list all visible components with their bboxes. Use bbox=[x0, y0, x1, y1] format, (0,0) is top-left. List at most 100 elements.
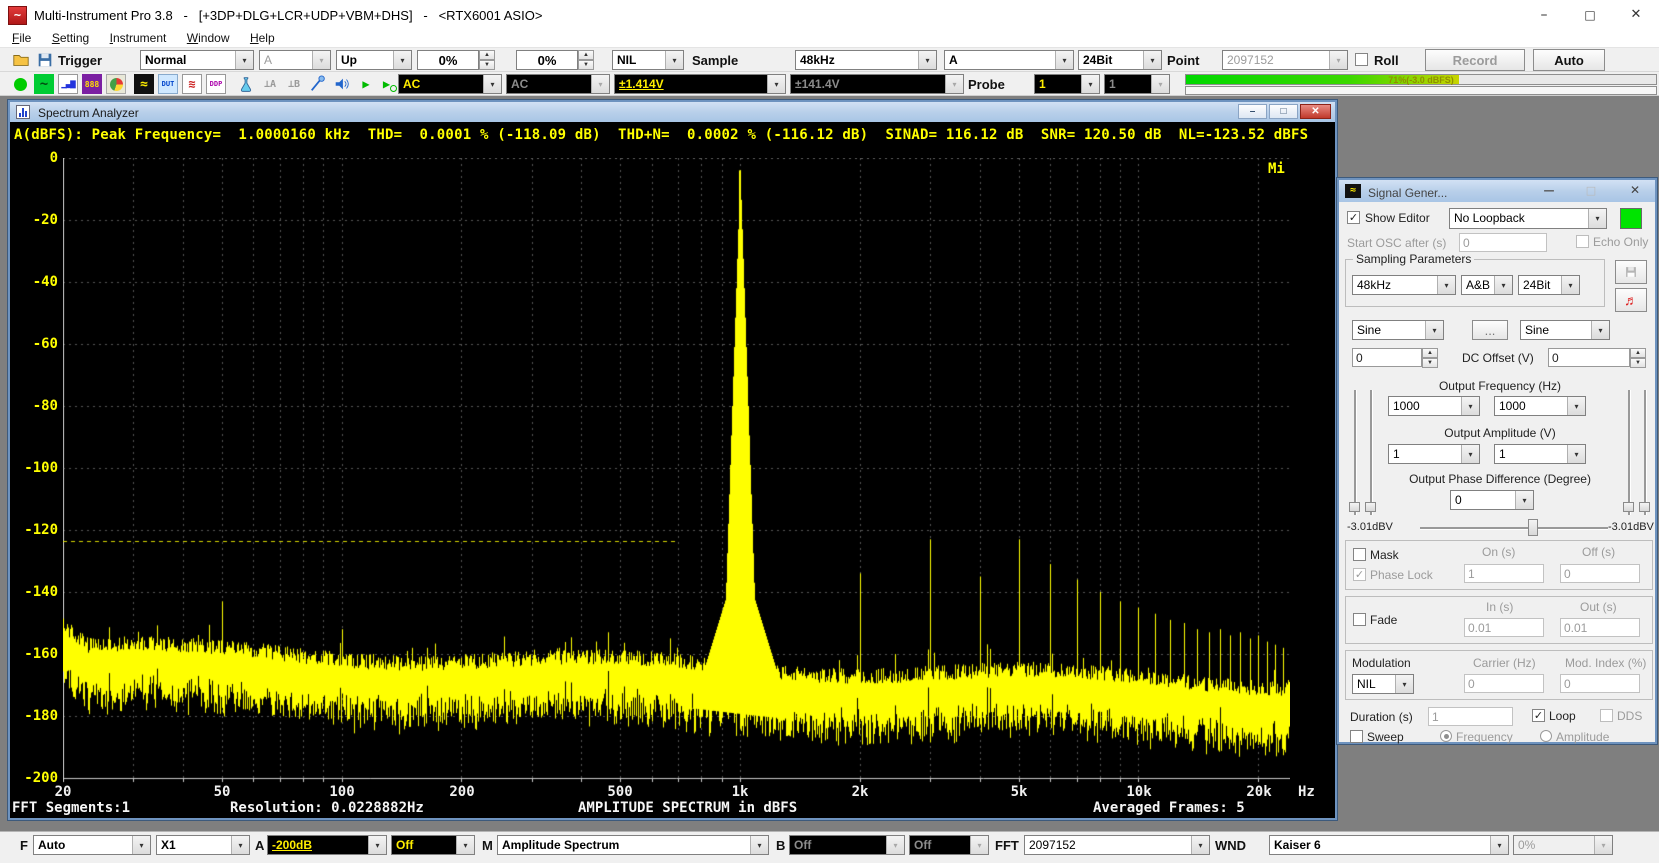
bit-depth-select[interactable]: 24Bit▾ bbox=[1078, 50, 1162, 70]
maximize-button[interactable]: □ bbox=[1567, 0, 1613, 30]
close-button[interactable]: ✕ bbox=[1613, 0, 1659, 30]
generator-minimize-button[interactable]: — bbox=[1536, 183, 1562, 199]
level-a-readout: -3.01dBV bbox=[1347, 521, 1393, 533]
spectrum-minimize-button[interactable]: – bbox=[1238, 104, 1267, 119]
amp-slider-b[interactable] bbox=[1644, 390, 1646, 515]
play-loop-icon[interactable]: ▶ bbox=[380, 74, 400, 94]
mask-checkbox[interactable] bbox=[1353, 548, 1366, 561]
freq-slider-a[interactable] bbox=[1354, 390, 1356, 515]
freq-slider-b[interactable] bbox=[1628, 390, 1630, 515]
calibration-icon[interactable] bbox=[236, 74, 256, 94]
signal-generator-icon[interactable]: ≈ bbox=[134, 74, 154, 94]
spectrum-close-button[interactable]: ✕ bbox=[1300, 104, 1331, 119]
spectrum-plot[interactable] bbox=[63, 158, 1290, 783]
amplitude-a-select[interactable]: 1▾ bbox=[1388, 444, 1480, 464]
derived-data-curves-icon[interactable]: ≋ bbox=[182, 74, 202, 94]
dc-offset-b-stepper[interactable]: ▲▼ bbox=[1630, 348, 1646, 367]
frequency-a-select[interactable]: 1000▾ bbox=[1388, 396, 1480, 416]
amp-slider-b-thumb[interactable] bbox=[1639, 502, 1650, 512]
trigger-level-stepper[interactable]: 0%▲▼ bbox=[417, 50, 495, 70]
probe-calibration-icon[interactable] bbox=[308, 74, 328, 94]
amp-slider-a-thumb[interactable] bbox=[1365, 502, 1376, 512]
modulation-select[interactable]: NIL▾ bbox=[1352, 674, 1414, 694]
waveform-more-button[interactable]: ... bbox=[1472, 320, 1508, 340]
spectrum-3d-plot-icon[interactable] bbox=[106, 74, 126, 94]
range-a-select[interactable]: ±1.414V▾ bbox=[614, 74, 786, 94]
generator-bits-select[interactable]: 24Bit▾ bbox=[1518, 275, 1580, 295]
down-arrow-icon[interactable]: ▼ bbox=[1630, 358, 1646, 368]
fft-size-select[interactable]: 2097152▾ bbox=[1024, 835, 1210, 855]
spectrum-restore-button[interactable]: □ bbox=[1269, 104, 1298, 119]
sample-rate-select[interactable]: 48kHz▾ bbox=[795, 50, 937, 70]
generator-run-button[interactable] bbox=[1620, 208, 1642, 229]
frequency-axis-select[interactable]: Auto▾ bbox=[33, 835, 151, 855]
oscilloscope-icon[interactable]: ~ bbox=[34, 74, 54, 94]
y-tick-label: -20 bbox=[8, 212, 58, 228]
waveform-b-select[interactable]: Sine▾ bbox=[1520, 320, 1610, 340]
device-test-plan-icon[interactable]: DUT bbox=[158, 74, 178, 94]
trigger-mode-select[interactable]: Normal▾ bbox=[140, 50, 254, 70]
up-arrow-icon[interactable]: ▲ bbox=[1422, 348, 1438, 358]
auto-button[interactable]: Auto bbox=[1533, 49, 1605, 71]
spectrum-window-titlebar[interactable] bbox=[10, 102, 1335, 122]
chevron-down-icon: ▾ bbox=[1143, 51, 1161, 69]
save-icon[interactable] bbox=[36, 51, 54, 69]
menu-setting[interactable]: Setting bbox=[44, 29, 97, 47]
show-editor-checkbox[interactable] bbox=[1347, 211, 1360, 224]
trigger-delay-stepper[interactable]: 0%▲▼ bbox=[516, 50, 594, 70]
up-arrow-icon[interactable]: ▲ bbox=[578, 50, 594, 60]
roll-checkbox[interactable] bbox=[1355, 53, 1368, 66]
range-a-bottom-select[interactable]: -200dB▾ bbox=[267, 835, 387, 855]
play-icon[interactable]: ▶ bbox=[356, 74, 376, 94]
generator-music-button[interactable]: ♬ bbox=[1615, 288, 1647, 312]
duration-input[interactable] bbox=[1428, 707, 1513, 726]
menu-window[interactable]: Window bbox=[179, 29, 238, 47]
chevron-down-icon: ▾ bbox=[1591, 321, 1609, 339]
coupling-a-select[interactable]: AC▾ bbox=[398, 74, 502, 94]
phase-difference-select[interactable]: 0▾ bbox=[1450, 490, 1534, 510]
down-arrow-icon[interactable]: ▼ bbox=[479, 60, 495, 70]
fade-checkbox[interactable] bbox=[1353, 613, 1366, 626]
trigger-edge-select[interactable]: Up▾ bbox=[336, 50, 412, 70]
persistence-a-select[interactable]: Off▾ bbox=[391, 835, 475, 855]
dc-offset-b-input[interactable] bbox=[1548, 348, 1630, 367]
up-arrow-icon[interactable]: ▲ bbox=[1630, 348, 1646, 358]
up-arrow-icon[interactable]: ▲ bbox=[479, 50, 495, 60]
balance-slider[interactable] bbox=[1420, 527, 1608, 529]
sample-channel-select[interactable]: A▾ bbox=[944, 50, 1074, 70]
spectrum-analyzer-icon[interactable]: ▁▃▆ bbox=[58, 74, 78, 94]
frequency-b-select[interactable]: 1000▾ bbox=[1494, 396, 1586, 416]
open-icon[interactable] bbox=[12, 51, 30, 69]
trigger-rejection-select[interactable]: NIL▾ bbox=[612, 50, 684, 70]
freq-slider-b-thumb[interactable] bbox=[1623, 502, 1634, 512]
generator-sample-rate-select[interactable]: 48kHz▾ bbox=[1352, 275, 1456, 295]
loop-checkbox[interactable] bbox=[1532, 709, 1545, 722]
balance-slider-thumb[interactable] bbox=[1528, 519, 1538, 536]
generator-close-button[interactable]: ✕ bbox=[1622, 183, 1648, 199]
ddp-viewer-icon[interactable]: DDP bbox=[206, 74, 226, 94]
menu-help[interactable]: Help bbox=[242, 29, 283, 47]
minimize-button[interactable]: – bbox=[1521, 0, 1567, 30]
freq-slider-a-thumb[interactable] bbox=[1349, 502, 1360, 512]
zoom-select[interactable]: X1▾ bbox=[156, 835, 250, 855]
spectrum-mode-select[interactable]: Amplitude Spectrum▾ bbox=[497, 835, 769, 855]
window-function-select[interactable]: Kaiser 6▾ bbox=[1269, 835, 1509, 855]
amp-slider-a[interactable] bbox=[1370, 390, 1372, 515]
multimeter-icon[interactable]: 888 bbox=[82, 74, 102, 94]
sweep-checkbox[interactable] bbox=[1350, 730, 1363, 743]
down-arrow-icon[interactable]: ▼ bbox=[578, 60, 594, 70]
generator-channels-select[interactable]: A&B▾ bbox=[1461, 275, 1513, 295]
waveform-a-select[interactable]: Sine▾ bbox=[1352, 320, 1444, 340]
run-indicator-icon[interactable] bbox=[10, 74, 30, 94]
probe-a-select[interactable]: 1▾ bbox=[1034, 74, 1100, 94]
menu-file[interactable]: File bbox=[4, 29, 39, 47]
amplitude-b-select[interactable]: 1▾ bbox=[1494, 444, 1586, 464]
menu-instrument[interactable]: Instrument bbox=[102, 29, 175, 47]
dc-offset-a-stepper[interactable]: ▲▼ bbox=[1422, 348, 1438, 367]
down-arrow-icon[interactable]: ▼ bbox=[1422, 358, 1438, 368]
sound-device-icon[interactable] bbox=[332, 74, 352, 94]
menubar: File Setting Instrument Window Help bbox=[4, 29, 283, 47]
loopback-select[interactable]: No Loopback▾ bbox=[1449, 208, 1607, 229]
y-tick-label: -160 bbox=[8, 646, 58, 662]
dc-offset-a-input[interactable] bbox=[1352, 348, 1422, 367]
